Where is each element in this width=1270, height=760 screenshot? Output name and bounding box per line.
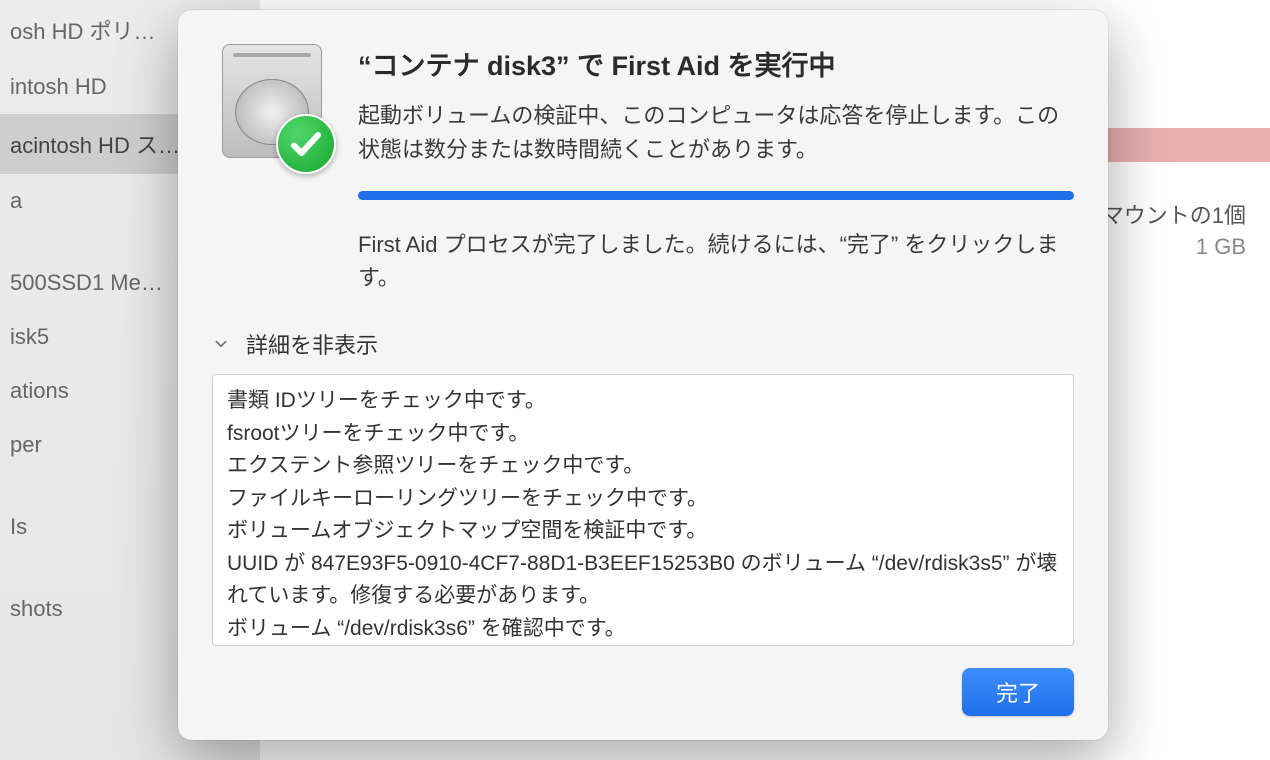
checkmark-badge-icon bbox=[276, 114, 336, 174]
done-button[interactable]: 完了 bbox=[962, 668, 1074, 716]
dialog-subtitle: 起動ボリュームの検証中、このコンピュータは応答を停止します。この状態は数分または… bbox=[358, 99, 1074, 167]
dialog-footer: 完了 bbox=[212, 668, 1074, 716]
details-log[interactable]: 書類 IDツリーをチェック中です。 fsrootツリーをチェック中です。 エクス… bbox=[212, 374, 1074, 646]
dialog-status-text: First Aid プロセスが完了しました。続けるには、“完了” をクリックしま… bbox=[358, 228, 1074, 294]
background-info-mounts: マウントの1個 bbox=[1102, 198, 1246, 230]
details-toggle-label: 詳細を非表示 bbox=[246, 328, 378, 360]
progress-bar bbox=[358, 191, 1074, 200]
dialog-header: “コンテナ disk3” で First Aid を実行中 起動ボリュームの検証… bbox=[212, 44, 1074, 294]
disk-icon bbox=[212, 44, 332, 164]
details-toggle[interactable]: 詳細を非表示 bbox=[212, 328, 1074, 360]
first-aid-dialog: “コンテナ disk3” で First Aid を実行中 起動ボリュームの検証… bbox=[178, 10, 1108, 740]
dialog-title: “コンテナ disk3” で First Aid を実行中 bbox=[358, 44, 1074, 83]
chevron-down-icon bbox=[212, 335, 230, 353]
background-info-size: 1 GB bbox=[1196, 234, 1246, 260]
